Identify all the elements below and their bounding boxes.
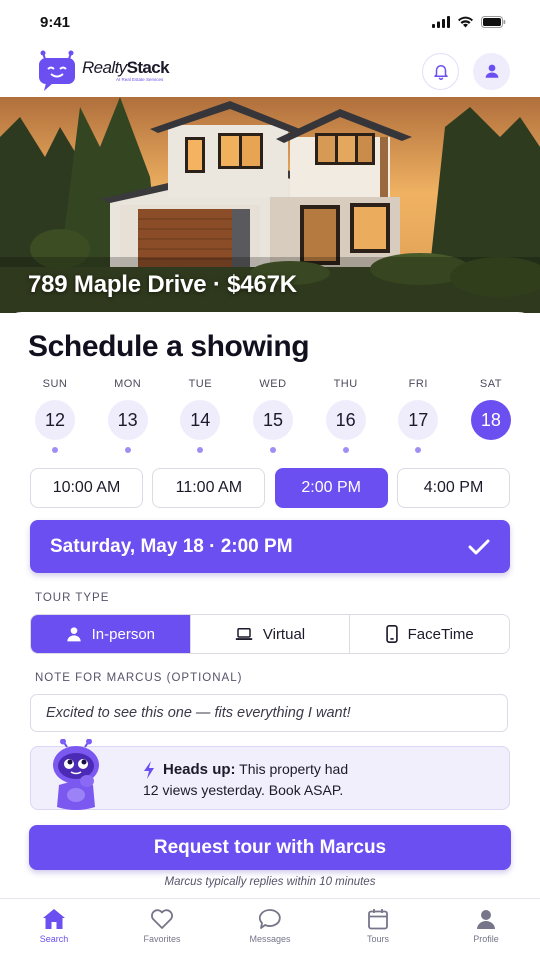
day-mon[interactable]: MON 13 [93, 378, 163, 453]
time-picker: 10:00 AM 11:00 AM 2:00 PM 4:00 PM [30, 468, 510, 508]
day-number: 18 [470, 400, 511, 440]
bell-icon [433, 65, 448, 80]
day-sun[interactable]: SUN 12 [20, 378, 90, 453]
day-number: 15 [252, 400, 293, 440]
note-input[interactable] [30, 694, 508, 732]
heads-up-text: Heads up: This property had 12 views yes… [143, 761, 349, 798]
day-number: 12 [35, 400, 75, 440]
day-name: WED [259, 378, 287, 390]
bottom-tab-bar: Search Favorites Messages Tours Profile [0, 898, 540, 960]
selected-slot-summary[interactable]: Saturday, May 18 · 2:00 PM [30, 520, 510, 573]
time-slot[interactable]: 10:00 AM [30, 468, 143, 508]
day-fri[interactable]: FRI 17 [383, 378, 453, 453]
selected-slot-label: Saturday, May 18 · 2:00 PM [50, 535, 293, 557]
availability-dot [342, 447, 349, 453]
status-bar: 9:41 [0, 0, 540, 44]
tab-profile[interactable]: Profile [432, 899, 540, 960]
home-icon [43, 909, 65, 929]
day-number: 16 [325, 400, 366, 440]
check-icon [468, 539, 490, 554]
robot-mascot-icon [53, 739, 99, 810]
day-picker: SUN 12 MON 13 TUE 14 WED 15 THU 16 FRI 17 SAT 1… [20, 378, 526, 453]
day-name: FRI [408, 378, 428, 390]
signal-icon [432, 16, 450, 28]
logo-wordmark: RealtyStack [82, 58, 170, 78]
app-header: RealtyStack AI Real Estate Services [0, 44, 540, 98]
tour-type-toggle: In-person Virtual FaceTime [30, 614, 510, 654]
day-number: 14 [180, 400, 221, 440]
property-hero-image: 789 Maple Drive · $467K [0, 97, 540, 313]
request-tour-button[interactable]: Request tour with Marcus [29, 825, 511, 870]
tab-messages[interactable]: Messages [216, 899, 324, 960]
reply-time-note: Marcus typically replies within 10 minut… [164, 876, 376, 888]
schedule-sheet: Schedule a showing SUN 12 MON 13 TUE 14 WED… [0, 312, 540, 900]
tour-type-label: FaceTime [407, 625, 474, 643]
note-label: NOTE FOR MARCUS (OPTIONAL) [35, 672, 243, 684]
logo[interactable]: RealtyStack AI Real Estate Services [38, 50, 170, 92]
tour-type-in-person[interactable]: In-person [31, 615, 191, 653]
user-icon [485, 64, 498, 78]
tour-type-label: Virtual [262, 625, 306, 643]
phone-icon [385, 625, 398, 643]
availability-dot [124, 447, 131, 453]
heads-up-banner: Heads up: This property had 12 views yes… [30, 739, 510, 810]
day-number: 13 [107, 400, 148, 440]
day-name: MON [114, 378, 142, 390]
chat-icon [258, 909, 281, 929]
tab-label: Profile [473, 934, 499, 944]
day-wed[interactable]: WED 15 [238, 378, 308, 453]
battery-icon [481, 16, 506, 28]
tab-label: Messages [249, 934, 291, 944]
day-sat[interactable]: SAT 18 [456, 378, 526, 453]
availability-dot [415, 447, 422, 453]
time-slot[interactable]: 4:00 PM [396, 468, 510, 508]
user-icon [477, 910, 495, 929]
status-icons [432, 16, 506, 28]
laptop-icon [235, 628, 253, 640]
day-name: SAT [479, 378, 502, 390]
logo-subtitle: AI Real Estate Services [116, 77, 164, 83]
status-time: 9:41 [40, 13, 71, 31]
tab-tours[interactable]: Tours [324, 899, 432, 960]
page-title: Schedule a showing [28, 330, 310, 363]
day-thu[interactable]: THU 16 [311, 378, 381, 453]
heart-icon [151, 909, 173, 929]
time-slot-selected[interactable]: 2:00 PM [274, 468, 388, 508]
day-name: TUE [188, 378, 213, 390]
day-name: THU [333, 378, 358, 390]
time-slot[interactable]: 11:00 AM [152, 468, 266, 508]
tab-favorites[interactable]: Favorites [108, 899, 216, 960]
tab-label: Favorites [143, 934, 181, 944]
availability-dot [269, 447, 276, 453]
day-number: 17 [398, 400, 439, 440]
day-tue[interactable]: TUE 14 [165, 378, 235, 453]
tour-type-facetime[interactable]: FaceTime [350, 615, 509, 653]
property-title: 789 Maple Drive · $467K [28, 271, 297, 298]
availability-dot [52, 447, 58, 453]
day-name: SUN [42, 378, 68, 390]
wifi-icon [458, 16, 473, 28]
person-icon [66, 627, 81, 642]
availability-dot [197, 447, 204, 453]
tab-label: Search [39, 934, 69, 944]
tab-label: Tours [366, 934, 389, 944]
tab-search[interactable]: Search [0, 899, 108, 960]
tour-type-label: TOUR TYPE [35, 592, 110, 604]
calendar-icon [368, 909, 388, 930]
tour-type-label: In-person [91, 625, 156, 643]
tour-type-virtual[interactable]: Virtual [190, 615, 351, 653]
notifications-button[interactable] [422, 52, 459, 90]
robot-logo-icon [39, 50, 75, 91]
account-button[interactable] [473, 52, 510, 90]
